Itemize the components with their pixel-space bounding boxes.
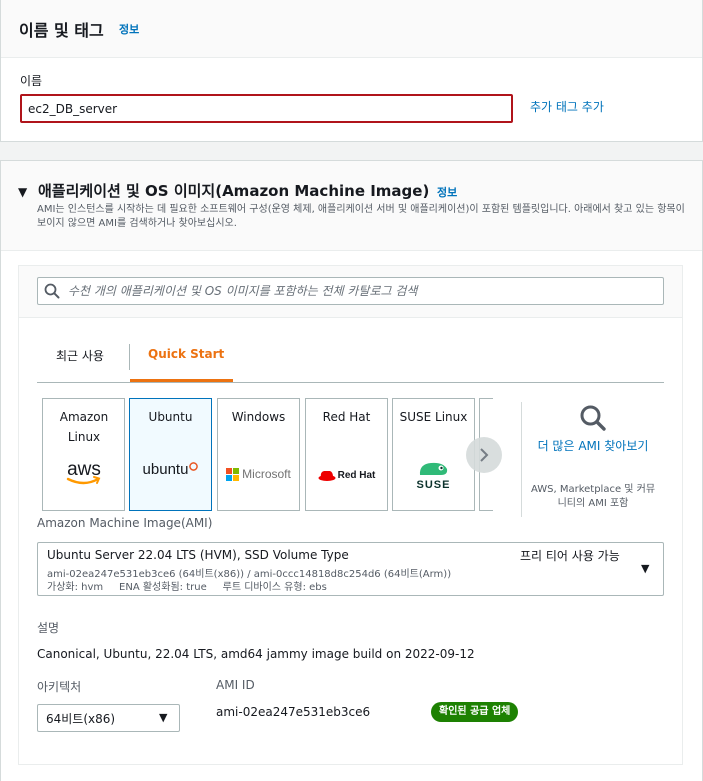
os-card-label: Ubuntu — [148, 410, 193, 424]
caret-down-icon: ▼ — [641, 562, 650, 575]
ami-catalog-container — [18, 265, 683, 765]
browse-more-ami-link[interactable]: 더 많은 AMI 찾아보기 — [530, 437, 656, 456]
ubuntu-logo-text: ubuntu — [142, 461, 189, 478]
search-icon — [44, 283, 60, 299]
redhat-logo-text: Red Hat — [337, 470, 376, 481]
tab-baseline — [37, 382, 664, 383]
ubuntu-logo-icon: ubuntu — [130, 461, 211, 478]
ami-description: AMI는 인스턴스를 시작하는 데 필요한 소프트웨어 구성(운영 체제, 애플… — [37, 204, 685, 229]
ami-selected-attrs: 가상화: hvm ENA 활성화됨: true 루트 디바이스 유형: ebs — [47, 582, 327, 593]
os-card-suse-linux[interactable]: SUSE Linux SUSE — [392, 398, 475, 511]
os-card-red-hat[interactable]: Red Hat Red Hat — [305, 398, 388, 511]
os-card-label: Windows — [231, 410, 286, 424]
os-card-label: SUSE Linux — [399, 410, 468, 424]
carousel-next-button[interactable] — [466, 437, 502, 473]
ami-title: 애플리케이션 및 OS 이미지(Amazon Machine Image) — [38, 182, 430, 200]
description-label: 설명 — [37, 621, 60, 635]
os-card-windows[interactable]: Windows Microsoft — [217, 398, 300, 511]
os-card-amazon-linux[interactable]: Amazon Linux aws — [42, 398, 125, 511]
name-tags-info-link[interactable]: 정보 — [119, 21, 139, 37]
search-input[interactable] — [68, 278, 658, 304]
ami-info-link[interactable]: 정보 — [437, 184, 457, 200]
redhat-logo-icon: Red Hat — [306, 469, 387, 482]
ami-id-value: ami-02ea247e531eb3ce6 — [216, 705, 371, 719]
ami-selected-name: Ubuntu Server 22.04 LTS (HVM), SSD Volum… — [47, 548, 349, 562]
active-tab-indicator — [130, 379, 233, 382]
suse-logo-text: SUSE — [416, 479, 451, 491]
add-tag-link[interactable]: 추가 태그 추가 — [530, 98, 604, 115]
tab-recent[interactable]: 최근 사용 — [56, 347, 104, 364]
ami-id-label: AMI ID — [216, 678, 255, 692]
os-card-label: Amazon Linux — [59, 410, 109, 444]
chevron-right-icon — [480, 448, 489, 462]
browse-more-ami-subtext: AWS, Marketplace 및 커뮤니티의 AMI 포함 — [530, 484, 656, 509]
description-value: Canonical, Ubuntu, 22.04 LTS, amd64 jamm… — [37, 647, 475, 661]
collapse-caret-icon[interactable]: ▼ — [18, 185, 27, 199]
tab-divider — [129, 344, 130, 370]
tab-quick-start[interactable]: Quick Start — [148, 347, 224, 361]
os-card-label: Red Hat — [322, 410, 371, 424]
name-input[interactable] — [20, 94, 513, 123]
suse-logo-icon: SUSE — [393, 459, 474, 491]
microsoft-logo-icon: Microsoft — [218, 467, 299, 481]
caret-down-icon: ▼ — [159, 711, 168, 724]
name-label: 이름 — [20, 74, 43, 88]
aws-logo-icon: aws — [43, 457, 124, 487]
more-divider — [521, 402, 522, 517]
name-tags-header — [1, 0, 702, 58]
verified-provider-badge: 확인된 공급 업체 — [431, 702, 519, 722]
microsoft-logo-text: Microsoft — [242, 467, 291, 481]
name-tags-title: 이름 및 태그 — [19, 21, 104, 40]
os-card-ubuntu[interactable]: Ubuntu ubuntu — [129, 398, 212, 511]
architecture-value: 64비트(x86) — [46, 712, 116, 726]
search-icon — [580, 405, 606, 431]
ami-select-label: Amazon Machine Image(AMI) — [37, 516, 213, 530]
architecture-label: 아키텍처 — [37, 680, 82, 694]
free-tier-label: 프리 티어 사용 가능 — [520, 549, 620, 563]
